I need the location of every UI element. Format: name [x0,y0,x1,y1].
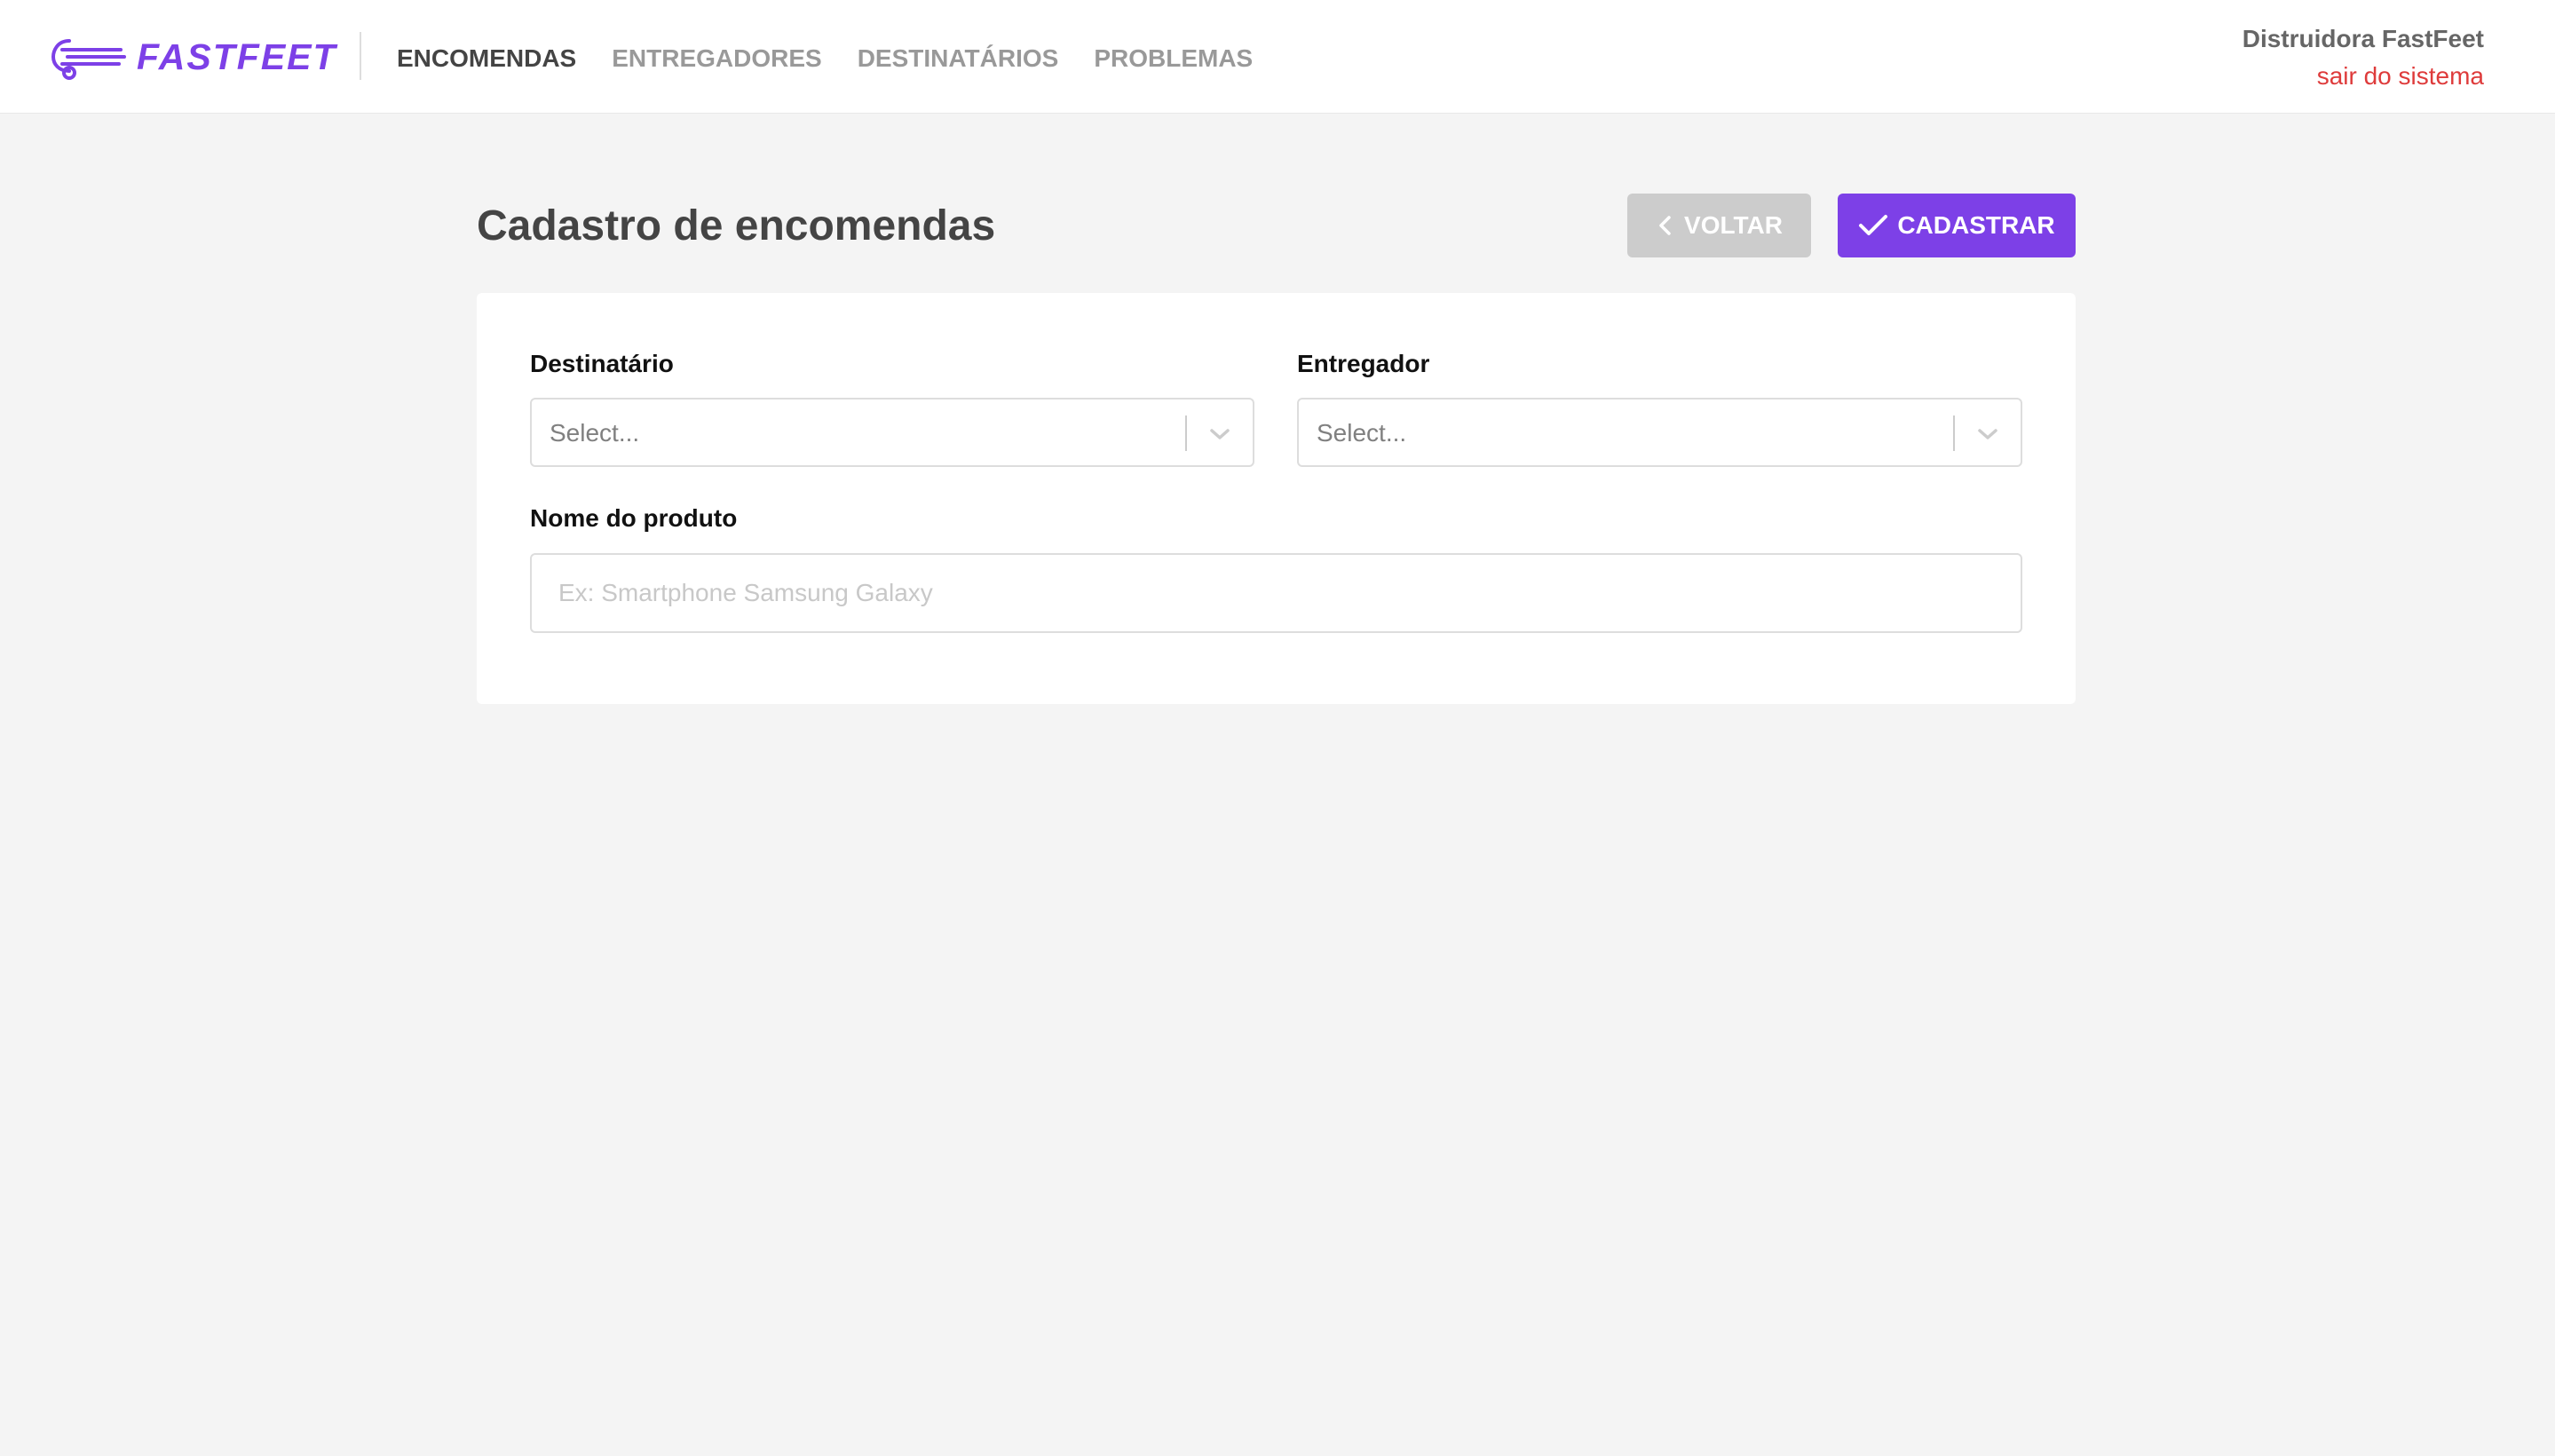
save-button-label: CADASTRAR [1897,211,2055,239]
back-button[interactable]: VOLTAR [1627,194,1811,257]
recipient-select-value: Select... [550,419,640,447]
select-separator [1953,415,1955,451]
check-icon [1858,213,1888,238]
recipient-label: Destinatário [530,350,674,377]
truck-speed-icon [50,32,126,82]
nav-item-problemas[interactable]: PROBLEMAS [1094,43,1253,75]
deliveryman-select-value: Select... [1317,419,1407,447]
recipient-select[interactable]: Select... [530,398,1254,467]
deliveryman-label: Entregador [1297,350,1430,377]
deliveryman-select[interactable]: Select... [1297,398,2022,467]
product-name-input[interactable] [530,553,2022,633]
back-button-label: VOLTAR [1684,211,1783,239]
user-block: Distruidora FastFeet sair do sistema [2243,23,2484,92]
nav-item-encomendas[interactable]: ENCOMENDAS [397,43,576,75]
logout-link[interactable]: sair do sistema [2243,60,2484,92]
product-name-label: Nome do produto [530,504,738,532]
company-name: Distruidora FastFeet [2242,25,2484,52]
brand-logo[interactable]: FASTFEET [50,30,337,83]
main-nav: ENCOMENDAS ENTREGADORES DESTINATÁRIOS PR… [397,43,1288,75]
page-title: Cadastro de encomendas [477,202,996,249]
brand-name: FASTFEET [137,36,337,77]
save-button[interactable]: CADASTRAR [1838,194,2076,257]
select-separator [1185,415,1187,451]
chevron-down-icon[interactable] [1973,419,2003,449]
chevron-left-icon [1656,214,1675,237]
chevron-down-icon[interactable] [1205,419,1235,449]
nav-item-destinatarios[interactable]: DESTINATÁRIOS [858,43,1059,75]
top-header: FASTFEET ENCOMENDAS ENTREGADORES DESTINA… [0,0,2555,114]
order-form-card: Destinatário Select... Entregador Select… [477,293,2076,704]
nav-item-entregadores[interactable]: ENTREGADORES [612,43,821,75]
header-divider [360,32,361,80]
